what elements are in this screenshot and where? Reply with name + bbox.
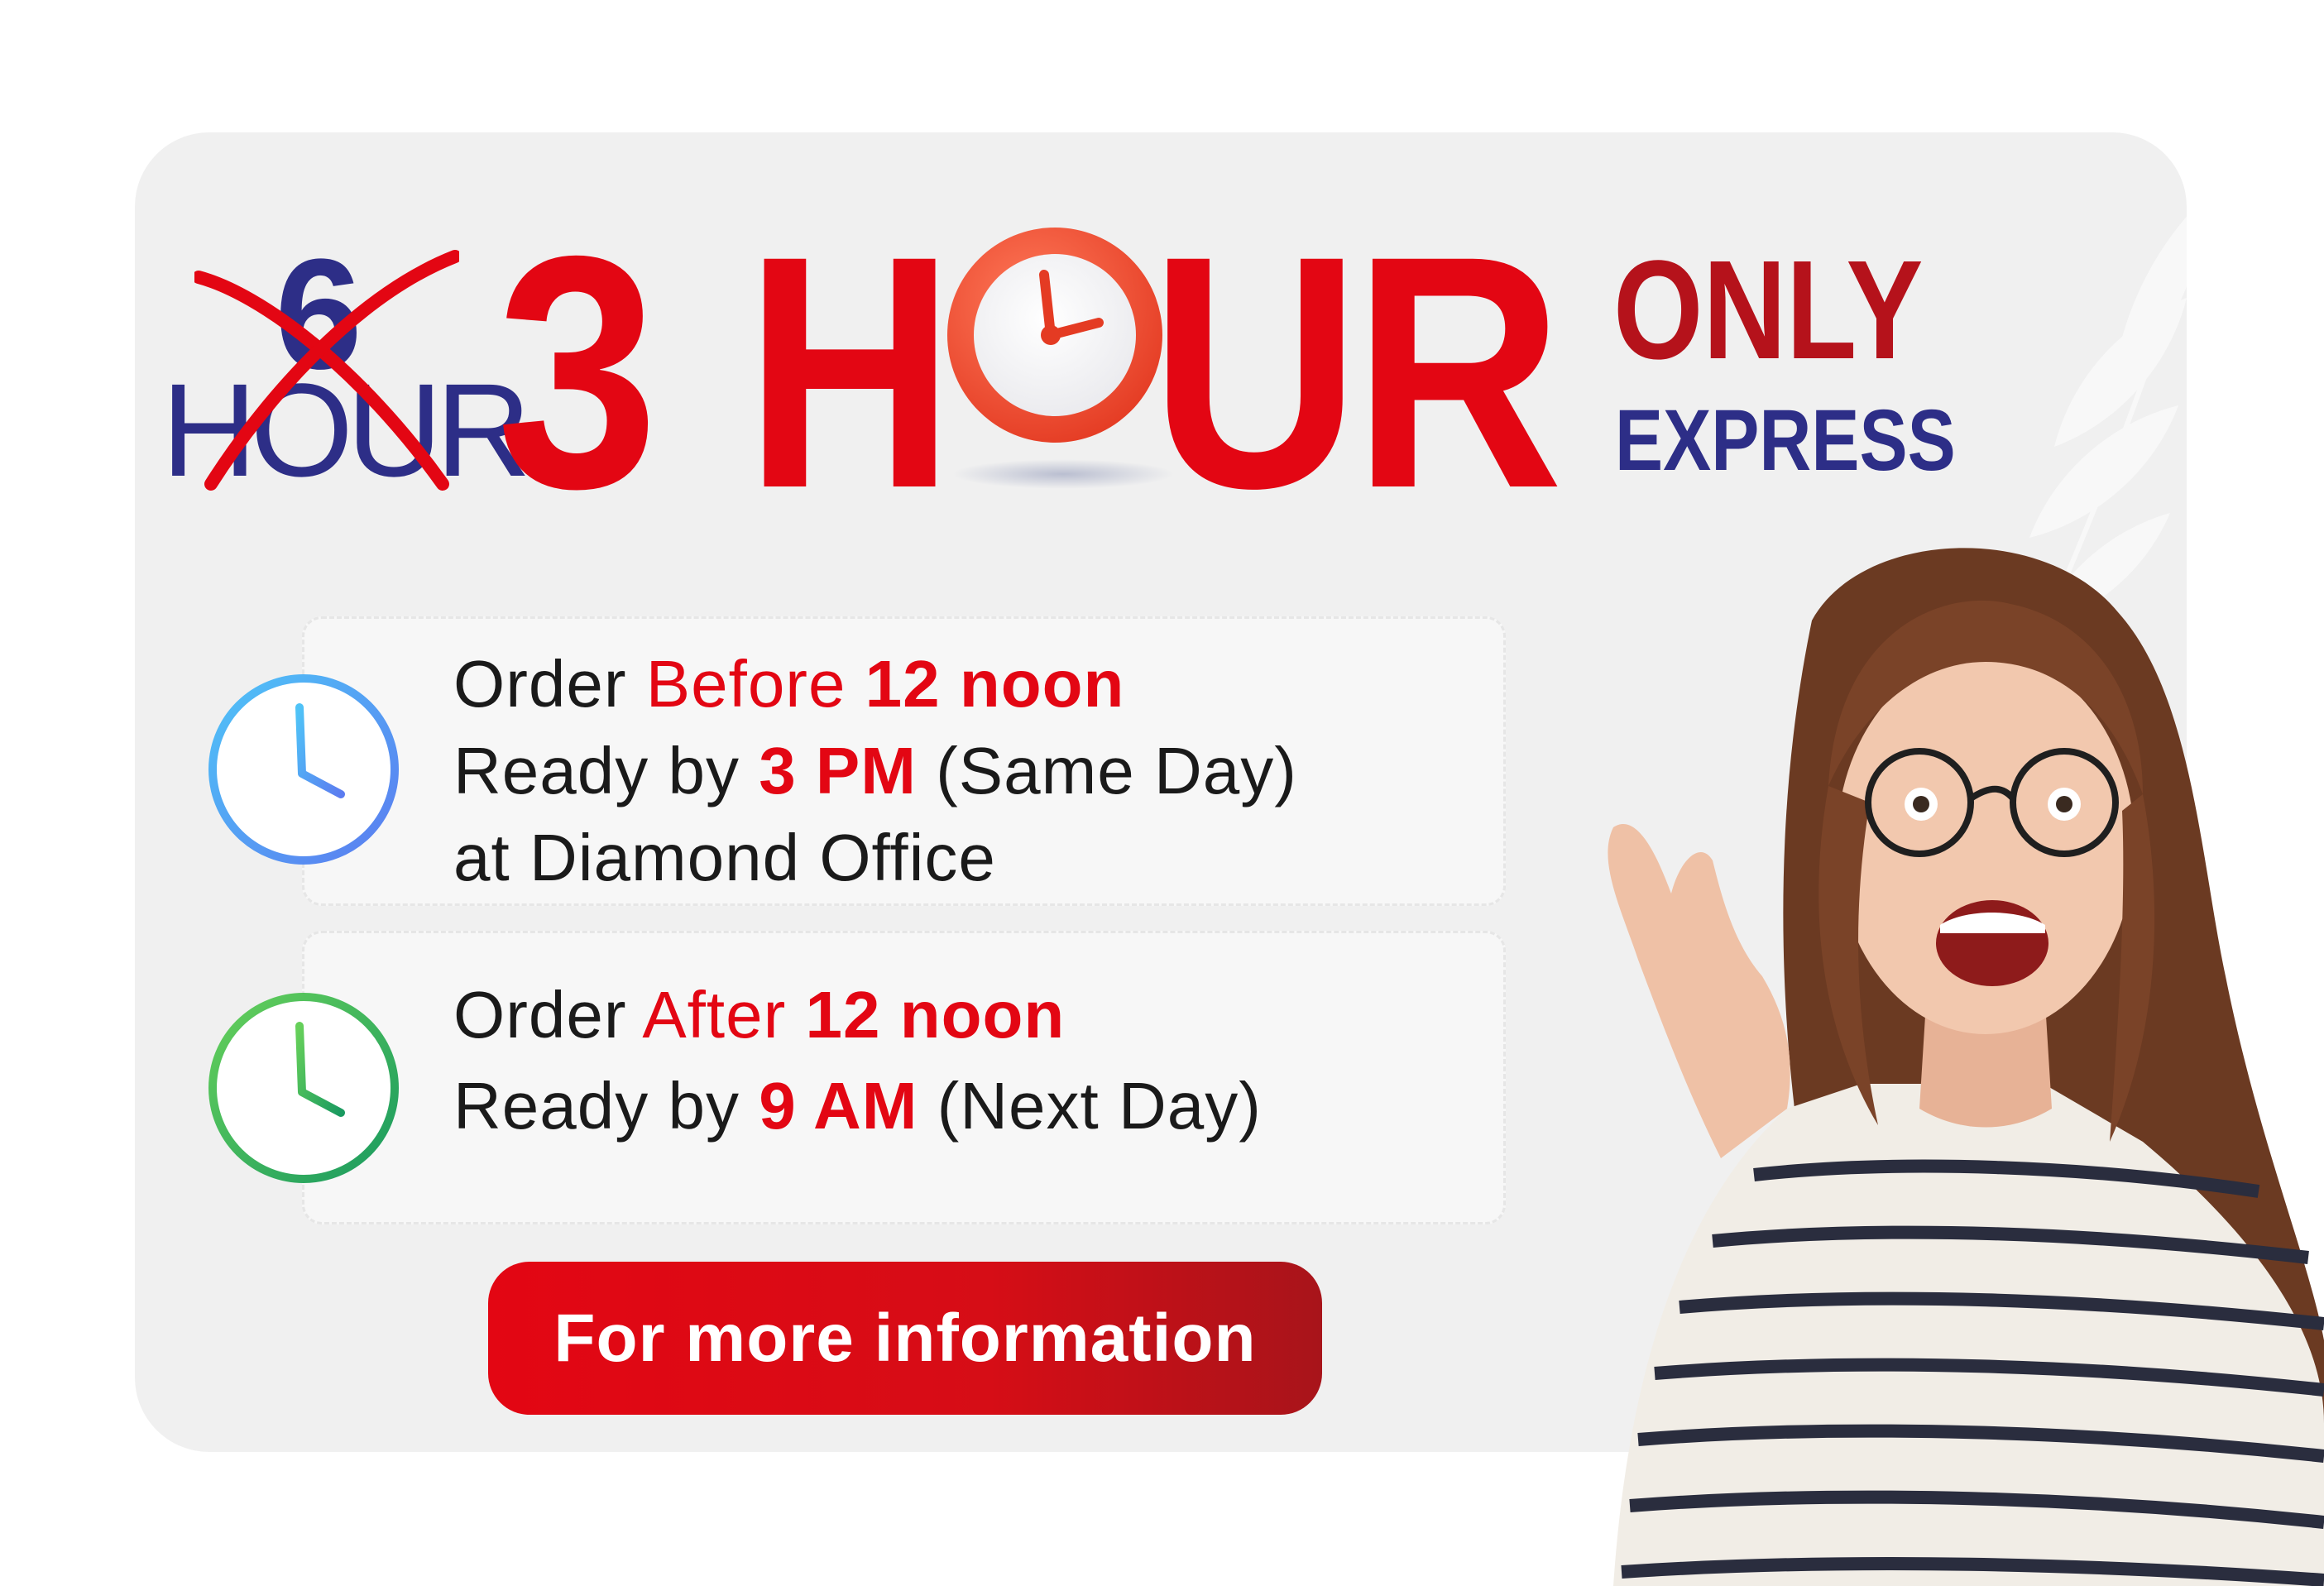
- headline-letters-ur: UR: [1150, 187, 1564, 557]
- blue-clock-icon: [208, 674, 399, 865]
- only-label: ONLY: [1613, 232, 1924, 389]
- cross-out-icon: [194, 250, 459, 491]
- option-1-line-1: Order Before 12 noon: [453, 647, 1125, 721]
- headline-number: 3: [496, 187, 659, 557]
- more-info-button[interactable]: For more information: [488, 1262, 1322, 1415]
- option-1-line-2: Ready by 3 PM (Same Day): [453, 734, 1297, 807]
- option-2-line-2: Ready by 9 AM (Next Day): [453, 1069, 1262, 1143]
- clock-shadow: [951, 459, 1175, 489]
- headline-letter-h: H: [745, 187, 955, 557]
- option-1-line-3: at Diamond Office: [453, 821, 996, 894]
- green-clock-icon: [208, 993, 399, 1183]
- alarm-clock-icon: [947, 228, 1162, 443]
- option-2-line-1: Order After 12 noon: [453, 978, 1066, 1052]
- excited-woman-photo: [1608, 548, 2324, 1586]
- express-label: EXPRESS: [1615, 392, 1956, 489]
- old-delivery-time: 6 HOUR: [161, 236, 531, 501]
